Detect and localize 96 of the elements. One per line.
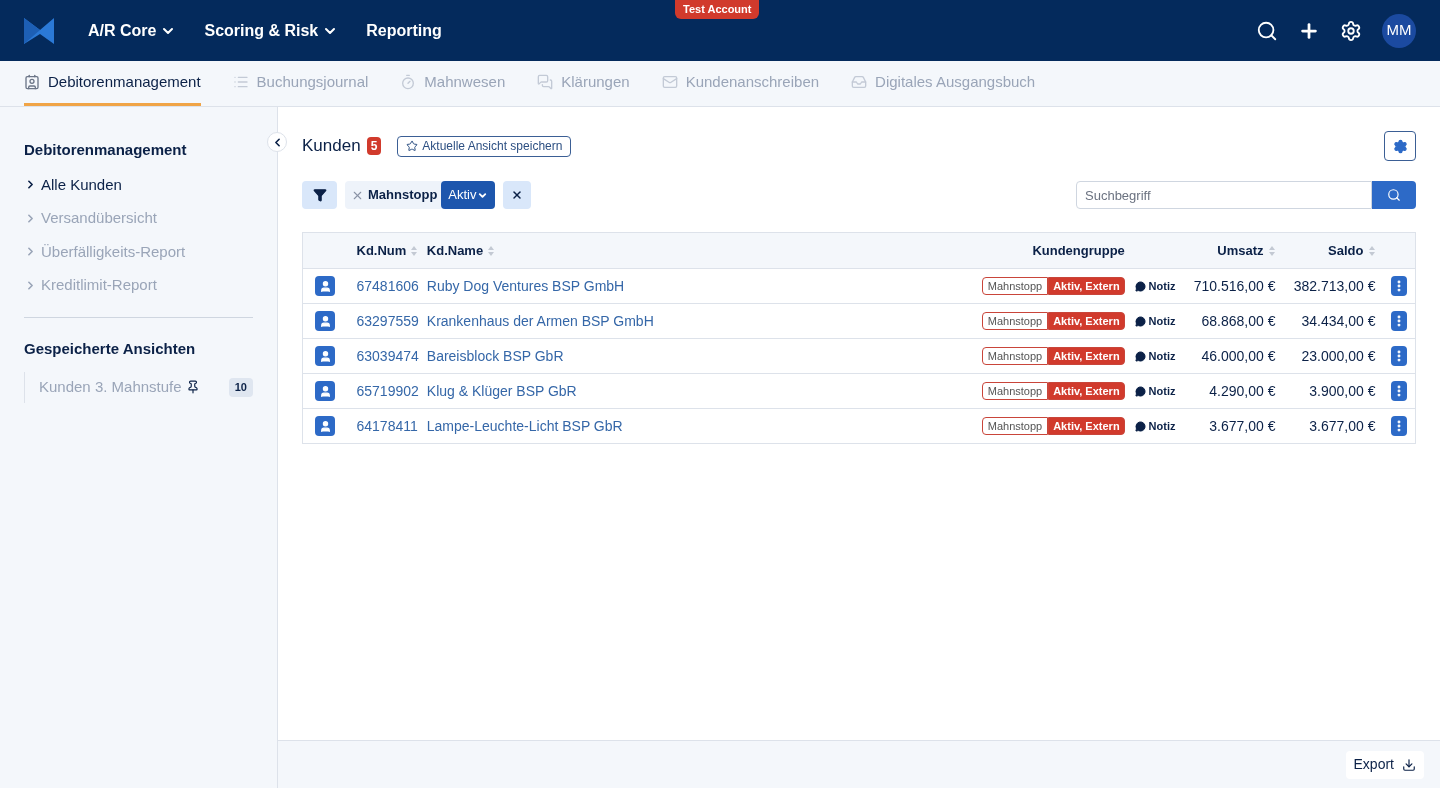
- note-link[interactable]: Notiz: [1134, 277, 1176, 295]
- status-tag-value: Aktiv, Extern: [1048, 417, 1125, 435]
- balance-cell: 23.000,00 €: [1301, 348, 1376, 364]
- pin-icon[interactable]: [185, 380, 200, 395]
- search-button[interactable]: [1372, 181, 1416, 209]
- column-header[interactable]: Kd.Name: [426, 240, 496, 261]
- status-tag-label: Mahnstopp: [981, 347, 1049, 365]
- row-menu-button[interactable]: [1391, 381, 1407, 401]
- test-account-badge: Test Account: [675, 0, 760, 19]
- status-tag-value: Aktiv, Extern: [1048, 382, 1125, 400]
- tab-icon: [232, 74, 249, 90]
- page-title: Kunden: [302, 135, 361, 158]
- download-icon: [1402, 757, 1416, 772]
- row-menu-button[interactable]: [1391, 311, 1407, 331]
- collapse-button[interactable]: [267, 132, 287, 152]
- export-button[interactable]: Export: [1345, 750, 1424, 779]
- sort-icon: [1267, 244, 1276, 257]
- status-tag-label: Mahnstopp: [981, 382, 1049, 400]
- customer-icon[interactable]: [315, 346, 335, 366]
- logo-icon[interactable]: [24, 15, 56, 46]
- search-field[interactable]: Suchbegriff: [1076, 181, 1372, 209]
- column-header[interactable]: Umsatz: [1217, 240, 1276, 261]
- tab-icon: [851, 74, 868, 90]
- revenue-cell: 3.677,00 €: [1209, 418, 1276, 434]
- balance-cell: 3.900,00 €: [1309, 383, 1376, 399]
- filter-icon: [312, 188, 327, 202]
- sort-icon: [487, 244, 496, 257]
- customer-name-link[interactable]: Bareisblock BSP GbR: [426, 348, 564, 364]
- tab-icon: [24, 74, 40, 90]
- customer-name-link[interactable]: Lampe-Leuchte-Licht BSP GbR: [426, 418, 623, 434]
- row-menu-button[interactable]: [1391, 276, 1407, 296]
- save-view-button[interactable]: Aktuelle Ansicht speichern: [397, 135, 572, 157]
- row-menu-button[interactable]: [1391, 346, 1407, 366]
- column-header: Kundengruppe: [1032, 241, 1125, 260]
- balance-cell: 382.713,00 €: [1293, 278, 1376, 294]
- balance-cell: 3.677,00 €: [1309, 418, 1376, 434]
- nav-menu[interactable]: A/R Core: [88, 18, 177, 43]
- speech-bubble-icon: [1134, 420, 1146, 432]
- tab-icon: [537, 74, 554, 90]
- balance-cell: 34.434,00 €: [1301, 313, 1376, 329]
- settings-button[interactable]: [1384, 131, 1416, 161]
- status-tag-label: Mahnstopp: [981, 417, 1049, 435]
- search-icon[interactable]: [1256, 19, 1278, 42]
- status-tag-value: Aktiv, Extern: [1048, 312, 1125, 330]
- revenue-cell: 46.000,00 €: [1201, 348, 1276, 364]
- sidebar-heading: Debitorenmanagement: [24, 140, 188, 160]
- speech-bubble-icon: [1134, 385, 1146, 397]
- sidebar-item[interactable]: Alle Kunden: [24, 173, 253, 196]
- filter-label: Mahnstopp: [368, 186, 438, 205]
- speech-bubble-icon: [1134, 315, 1146, 327]
- settings-icon[interactable]: [1340, 19, 1362, 42]
- customer-number-link[interactable]: 64178411: [356, 418, 418, 434]
- note-link[interactable]: Notiz: [1134, 312, 1176, 330]
- customer-number-link[interactable]: 65719902: [356, 383, 419, 399]
- revenue-cell: 4.290,00 €: [1209, 383, 1276, 399]
- customer-name-link[interactable]: Krankenhaus der Armen BSP GmbH: [426, 313, 654, 329]
- user-avatar[interactable]: MM: [1382, 13, 1416, 48]
- note-link[interactable]: Notiz: [1134, 382, 1176, 400]
- count-badge: 5: [366, 137, 382, 155]
- nav-menu[interactable]: Reporting: [366, 18, 442, 43]
- sort-icon: [1367, 244, 1376, 257]
- status-tag-label: Mahnstopp: [981, 277, 1049, 295]
- close-icon: [510, 189, 523, 201]
- customer-number-link[interactable]: 63297559: [356, 313, 419, 329]
- speech-bubble-icon: [1134, 350, 1146, 362]
- count-badge: 10: [228, 378, 253, 397]
- clear-filter-button[interactable]: [502, 181, 531, 209]
- customer-name-link[interactable]: Klug & Klüger BSP GbR: [426, 383, 577, 399]
- status-tag-label: Mahnstopp: [981, 312, 1049, 330]
- note-link[interactable]: Notiz: [1134, 347, 1176, 365]
- customer-icon[interactable]: [315, 381, 335, 401]
- tab-icon: [661, 74, 678, 90]
- column-header[interactable]: Kd.Num: [356, 240, 419, 261]
- customer-icon[interactable]: [315, 276, 335, 296]
- tab-icon: [400, 74, 417, 90]
- settings-icon: [1392, 138, 1408, 154]
- customer-number-link[interactable]: 67481606: [356, 278, 419, 294]
- sidebar-heading: Gespeicherte Ansichten: [24, 338, 197, 359]
- revenue-cell: 68.868,00 €: [1201, 313, 1276, 329]
- column-header[interactable]: Saldo: [1328, 240, 1376, 261]
- customer-icon[interactable]: [315, 416, 335, 436]
- revenue-cell: 710.516,00 €: [1193, 278, 1276, 294]
- status-tag-value: Aktiv, Extern: [1048, 347, 1125, 365]
- status-tag-value: Aktiv, Extern: [1048, 277, 1125, 295]
- filter-value-dropdown[interactable]: Aktiv: [441, 181, 495, 209]
- sort-icon: [410, 244, 419, 257]
- note-link[interactable]: Notiz: [1134, 417, 1176, 435]
- speech-bubble-icon: [1134, 280, 1146, 292]
- search-icon: [1387, 188, 1401, 202]
- star-icon: [406, 140, 419, 152]
- customer-number-link[interactable]: 63039474: [356, 348, 419, 364]
- customer-name-link[interactable]: Ruby Dog Ventures BSP GmbH: [426, 278, 625, 294]
- nav-menu[interactable]: Scoring & Risk: [204, 18, 339, 43]
- customer-icon[interactable]: [315, 311, 335, 331]
- filter-button[interactable]: [302, 181, 337, 209]
- row-menu-button[interactable]: [1391, 416, 1407, 436]
